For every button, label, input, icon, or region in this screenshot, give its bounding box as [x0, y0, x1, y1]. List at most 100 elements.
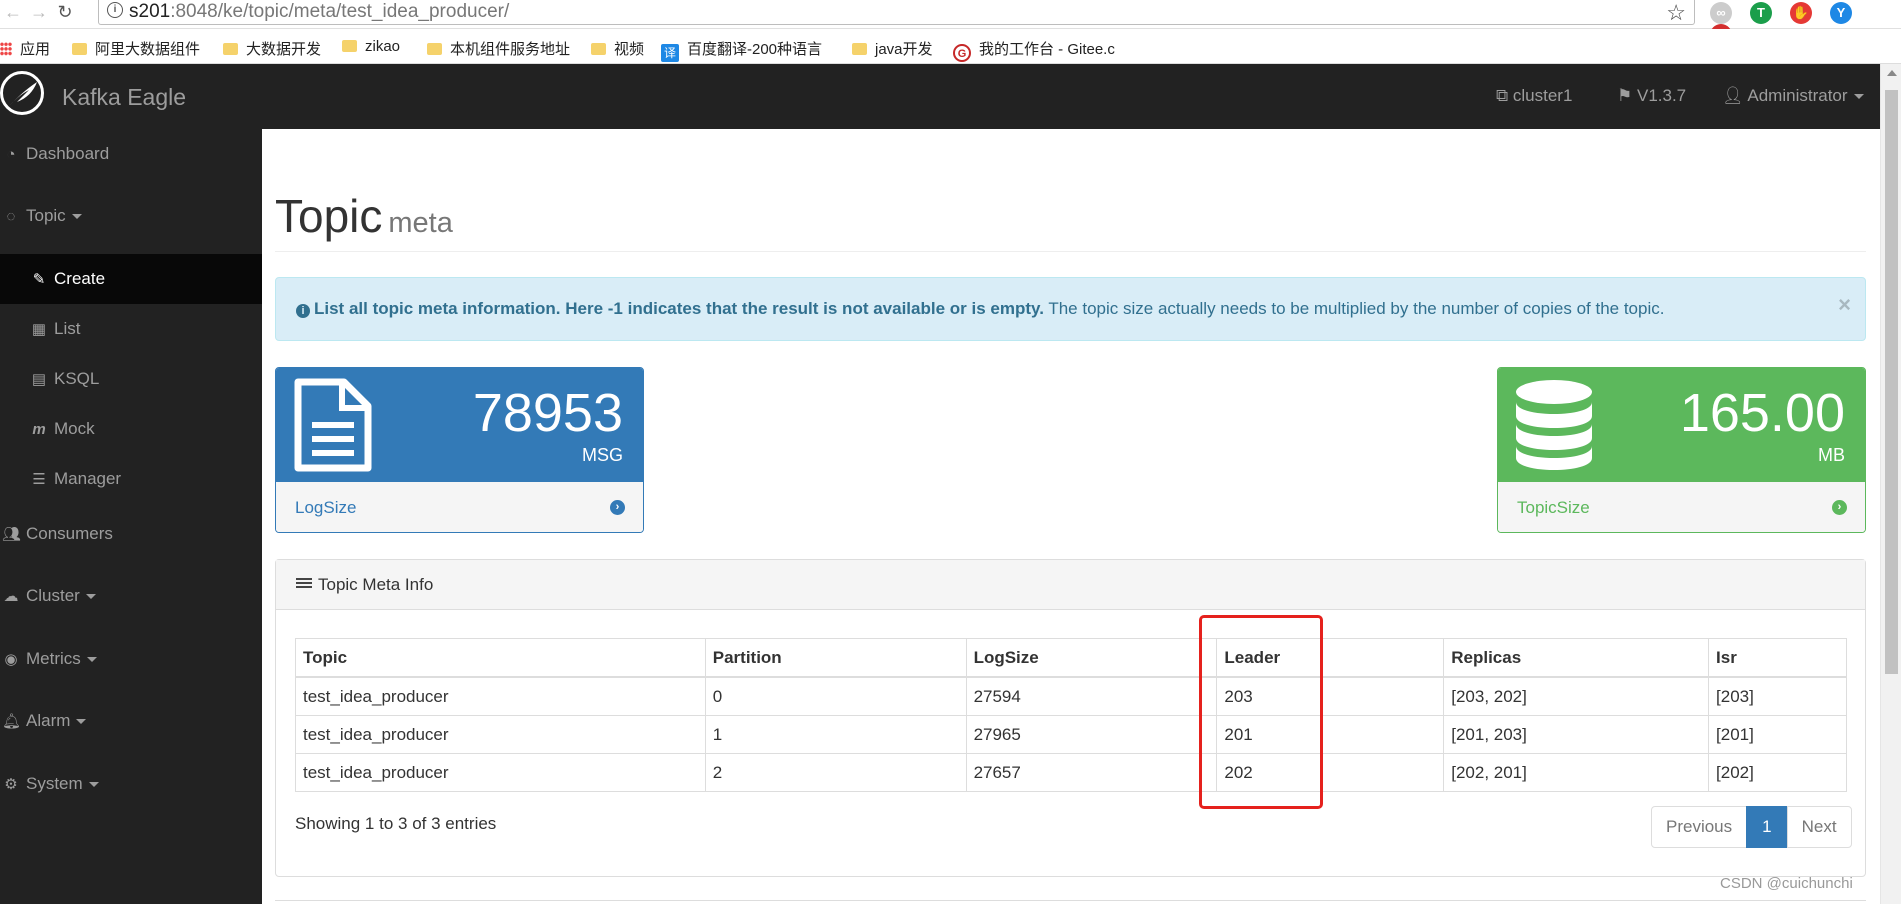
bookmark-item[interactable]: 视频 [591, 38, 644, 59]
bookmark-item[interactable]: 阿里大数据组件 [72, 38, 200, 59]
bookmark-item[interactable]: java开发 [852, 38, 933, 59]
bookmark-apps[interactable]: 应用 [0, 38, 50, 59]
column-header-replicas[interactable]: Replicas [1443, 638, 1710, 678]
bookmark-item[interactable]: G 我的工作台 - Gitee.c [953, 38, 1115, 62]
cluster-selector[interactable]: ⧉ cluster1 [1496, 86, 1572, 106]
sidebar-item-metrics[interactable]: ◉ Metrics [0, 634, 262, 684]
logsize-panel-footer[interactable]: LogSize › [276, 482, 643, 532]
extension-blue-icon[interactable]: Y [1830, 2, 1852, 24]
pagination: Previous 1 Next [1651, 806, 1852, 848]
scroll-up-icon[interactable] [1887, 70, 1897, 76]
column-header-isr[interactable]: Isr [1708, 638, 1847, 678]
sidebar-item-system[interactable]: ⚙ System [0, 759, 262, 809]
cell-partition: 2 [704, 753, 967, 792]
url-input[interactable]: i s201:8048/ke/topic/meta/test_idea_prod… [98, 0, 1695, 25]
tasks-icon [296, 578, 312, 590]
bookmark-star-icon[interactable]: ☆ [1666, 0, 1686, 26]
panel-title: Topic Meta Info [318, 575, 434, 594]
divider [275, 251, 1866, 252]
forward-arrow-icon[interactable]: → [26, 2, 52, 23]
topic-meta-panel: Topic Meta Info Topic Partition LogSize … [275, 559, 1866, 877]
folder-icon [852, 43, 867, 55]
cell-isr: [203] [1708, 676, 1847, 716]
cell-partition: 1 [704, 715, 967, 754]
extension-red-hand-icon[interactable]: ✋ [1790, 2, 1812, 24]
divider [275, 900, 1866, 901]
column-header-logsize[interactable]: LogSize [965, 638, 1218, 678]
mock-icon: m [32, 421, 46, 438]
folder-icon [342, 40, 357, 52]
caret-down-icon [86, 657, 97, 663]
eagle-logo-icon[interactable] [0, 71, 44, 115]
browser-address-bar: ← → ↻ i s201:8048/ke/topic/meta/test_idea_… [0, 0, 1901, 46]
bookmark-item[interactable]: 大数据开发 [223, 38, 321, 59]
cell-isr: [202] [1708, 753, 1847, 792]
gear-icon: ⚙ [4, 776, 18, 793]
sidebar-item-alarm[interactable]: 🔔︎ Alarm [0, 696, 262, 746]
bookmark-item[interactable]: 本机组件服务地址 [427, 38, 570, 59]
topicsize-panel-footer[interactable]: TopicSize › [1498, 482, 1865, 532]
bookmark-item[interactable]: 译百度翻译-200种语言 [661, 38, 822, 62]
page-1-button[interactable]: 1 [1746, 806, 1788, 848]
column-header-partition[interactable]: Partition [704, 638, 967, 678]
cloud-icon: ☁ [3, 588, 19, 605]
topic-meta-table: Topic Partition LogSize Leader Replicas … [295, 638, 1847, 792]
sidebar-item-cluster[interactable]: ☁ Cluster [0, 571, 262, 621]
topicsize-unit: MB [1818, 445, 1845, 465]
sidebar-item-create[interactable]: ✎ Create [0, 254, 262, 304]
users-icon: 👥︎ [2, 526, 22, 543]
extension-gray-icon[interactable]: ∞ [1710, 2, 1732, 24]
logsize-unit: MSG [581, 445, 623, 465]
bookmark-item[interactable]: zikao [342, 38, 400, 55]
folder-icon [591, 43, 606, 55]
topicsize-label[interactable]: TopicSize [1517, 498, 1590, 518]
logsize-label[interactable]: LogSize [295, 498, 356, 518]
page-scrollbar[interactable] [1880, 64, 1901, 904]
info-alert: i List all topic meta information. Here -… [275, 277, 1866, 341]
user-menu[interactable]: 👤︎ Administrator [1722, 86, 1864, 106]
sidebar-item-mock[interactable]: m Mock [0, 404, 262, 454]
folder-icon [427, 43, 442, 55]
cell-logsize: 27657 [965, 753, 1218, 792]
brand-title[interactable]: Kafka Eagle [62, 84, 186, 111]
back-arrow-icon[interactable]: ← [0, 2, 26, 23]
previous-page-button[interactable]: Previous [1651, 806, 1748, 848]
bookmark-icon: ⚑ [1617, 86, 1633, 105]
sidebar-item-ksql[interactable]: ▤ KSQL [0, 354, 262, 404]
folder-icon [223, 43, 238, 55]
table-row: test_idea_producer 2 27657 202 [202, 201… [295, 753, 1847, 792]
comments-icon: ◌ [6, 208, 16, 225]
reload-icon[interactable]: ↻ [52, 2, 78, 23]
arrow-circle-right-icon[interactable]: › [1832, 500, 1847, 515]
version-link[interactable]: ⚑ V1.3.7 [1617, 86, 1686, 106]
cell-isr: [201] [1708, 715, 1847, 754]
caret-down-icon [71, 214, 82, 220]
next-page-button[interactable]: Next [1786, 806, 1852, 848]
table-icon: ▦ [31, 321, 47, 338]
sidebar-item-list[interactable]: ▦ List [0, 304, 262, 354]
tasks-icon: ☰ [32, 471, 46, 488]
scrollbar-thumb[interactable] [1885, 90, 1898, 674]
close-icon[interactable]: × [1838, 292, 1851, 318]
site-info-icon[interactable]: i [107, 2, 123, 18]
leader-highlight-box [1199, 615, 1323, 809]
sidebar-item-topic[interactable]: ◌ Topic [0, 191, 262, 241]
sidebar-item-dashboard[interactable]: ◔ Dashboard [0, 129, 262, 179]
file-text-icon [294, 378, 372, 472]
url-path: :8048/ke/topic/meta/test_idea_producer/ [170, 1, 510, 22]
database-icon [1516, 380, 1592, 470]
column-header-topic[interactable]: Topic [295, 638, 706, 678]
logsize-panel-heading: 78953 MSG [276, 368, 643, 482]
arrow-circle-right-icon[interactable]: › [610, 500, 625, 515]
cell-topic: test_idea_producer [295, 715, 706, 754]
sidebar: ◔ Dashboard ◌ Topic ✎ Create ▦ List ▤ KSQL mM… [0, 129, 262, 904]
file-icon: ▤ [31, 371, 47, 388]
cell-partition: 0 [704, 676, 967, 716]
sidebar-item-consumers[interactable]: 👥︎ Consumers [0, 509, 262, 559]
extension-green-shield-icon[interactable]: T [1750, 2, 1772, 24]
sidebar-item-manager[interactable]: ☰ Manager [0, 454, 262, 504]
watermark: CSDN @cuichunchi [1720, 875, 1853, 892]
folder-icon [72, 43, 87, 55]
gitee-icon: G [953, 44, 971, 62]
topicsize-panel: 165.00 MB TopicSize › [1497, 367, 1866, 533]
